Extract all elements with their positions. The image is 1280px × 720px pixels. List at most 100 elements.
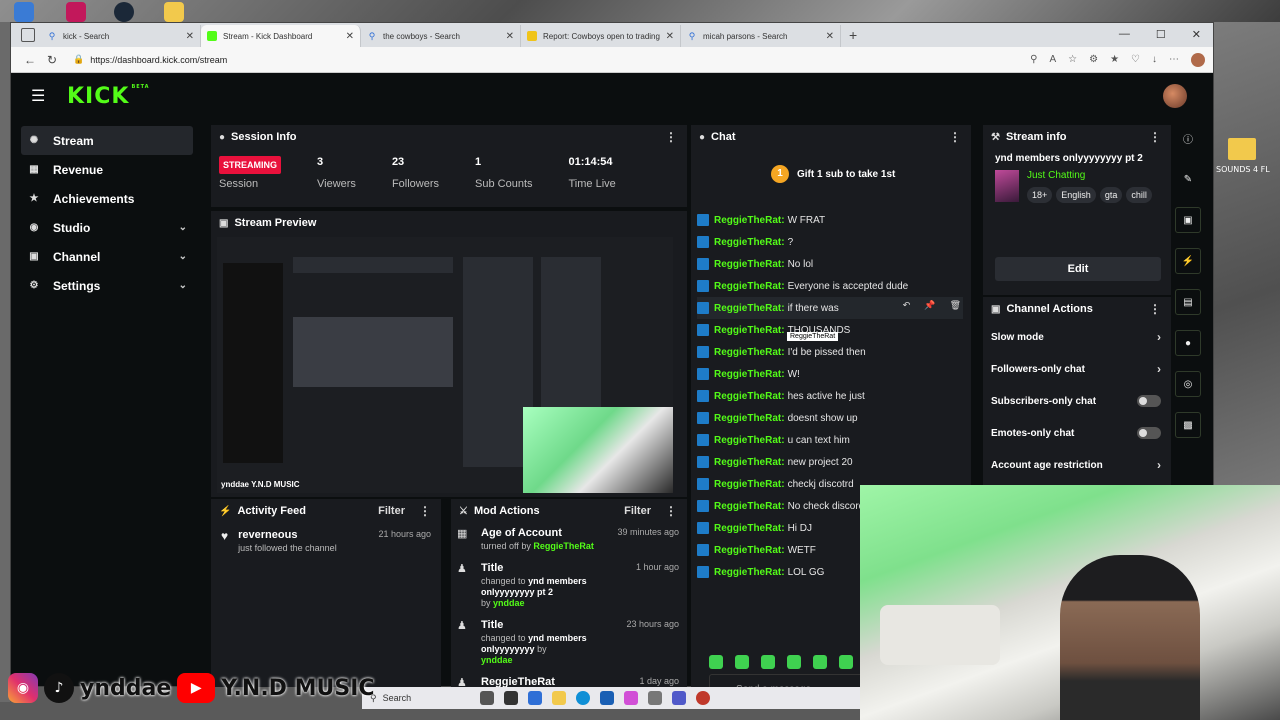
close-window-icon[interactable]: ✕ xyxy=(1192,28,1201,41)
pin-icon[interactable]: 📌 xyxy=(924,300,935,311)
chat-username[interactable]: ReggieTheRat: xyxy=(714,281,785,292)
sidebar-item-channel[interactable]: ▣ Channel ⌄ xyxy=(21,242,193,271)
chat-username[interactable]: ReggieTheRat: xyxy=(714,523,785,534)
chat-username[interactable]: ReggieTheRat: xyxy=(714,347,785,358)
chat-username[interactable]: ReggieTheRat: xyxy=(714,435,785,446)
browser-tab[interactable]: ⚲ the cowboys - Search ✕ xyxy=(361,25,521,47)
more-options-icon[interactable]: ⋮ xyxy=(419,504,431,518)
mod-action-user[interactable]: ynddae xyxy=(493,598,525,608)
close-icon[interactable]: ✕ xyxy=(346,31,354,42)
subscribers-only-toggle[interactable] xyxy=(1137,395,1161,407)
back-icon[interactable]: ← xyxy=(19,53,41,67)
url-field[interactable]: https://dashboard.kick.com/stream xyxy=(90,55,1030,65)
more-options-icon[interactable]: ⋮ xyxy=(1149,302,1161,316)
downloads-icon[interactable]: ↓ xyxy=(1152,54,1157,65)
collections-icon[interactable]: ★ xyxy=(1110,54,1119,65)
avatar[interactable] xyxy=(1163,84,1187,108)
lightning-icon[interactable]: ⚡ xyxy=(1175,248,1201,274)
emote-icon[interactable] xyxy=(735,655,749,669)
task-view-icon[interactable] xyxy=(480,691,494,705)
chat-bubble-icon[interactable]: ● xyxy=(1175,330,1201,356)
chat-message[interactable]: ReggieTheRat: u can text him xyxy=(697,429,963,451)
tab-actions-icon[interactable] xyxy=(21,28,35,42)
emote-icon[interactable] xyxy=(787,655,801,669)
desktop-folder-icon[interactable] xyxy=(1228,138,1256,160)
chat-message[interactable]: ReggieTheRat: doesnt show up xyxy=(697,407,963,429)
app-icon[interactable] xyxy=(624,691,638,705)
followers-only-option[interactable]: Followers-only chat › xyxy=(983,353,1171,385)
new-tab-icon[interactable]: + xyxy=(841,27,865,47)
chat-username[interactable]: ReggieTheRat: xyxy=(714,391,785,402)
tag[interactable]: English xyxy=(1056,187,1096,203)
chat-username[interactable]: ReggieTheRat: xyxy=(714,501,785,512)
browser-tab[interactable]: ⚲ kick - Search ✕ xyxy=(41,25,201,47)
minimize-icon[interactable]: — xyxy=(1119,28,1130,41)
emotes-only-toggle[interactable] xyxy=(1137,427,1161,439)
chat-username[interactable]: ReggieTheRat: xyxy=(714,457,785,468)
app-icon[interactable] xyxy=(504,691,518,705)
more-options-icon[interactable]: ⋮ xyxy=(665,130,677,144)
chat-username[interactable]: ReggieTheRat: xyxy=(714,369,785,380)
more-options-icon[interactable]: ⋮ xyxy=(1149,130,1161,144)
chat-username[interactable]: ReggieTheRat: xyxy=(714,413,785,424)
refresh-icon[interactable]: ↻ xyxy=(41,53,63,67)
lock-icon[interactable]: 🔒 xyxy=(73,54,84,65)
slow-mode-option[interactable]: Slow mode › xyxy=(983,321,1171,353)
more-options-icon[interactable]: ⋮ xyxy=(949,130,961,144)
account-age-option[interactable]: Account age restriction › xyxy=(983,449,1171,481)
close-icon[interactable]: ✕ xyxy=(506,31,514,42)
chat-message[interactable]: ReggieTheRat: No lol xyxy=(697,253,963,275)
menu-icon[interactable]: ☰ xyxy=(31,86,51,106)
chat-message[interactable]: ReggieTheRat: I'd be pissed then xyxy=(697,341,963,363)
tag[interactable]: chill xyxy=(1126,187,1152,203)
browser-essentials-icon[interactable]: ♡ xyxy=(1131,54,1140,65)
tag[interactable]: 18+ xyxy=(1027,187,1053,203)
chat-username[interactable]: ReggieTheRat: xyxy=(714,215,785,226)
chat-username[interactable]: ReggieTheRat: xyxy=(714,479,785,490)
folder-icon[interactable] xyxy=(164,2,184,22)
more-options-icon[interactable]: ⋮ xyxy=(665,504,677,518)
sidebar-item-stream[interactable]: ✺ Stream xyxy=(21,126,193,155)
chat-message[interactable]: ReggieTheRat: new project 20 xyxy=(697,451,963,473)
activity-user[interactable]: reverneous xyxy=(238,529,337,541)
chat-username[interactable]: ReggieTheRat: xyxy=(714,545,785,556)
close-icon[interactable]: ✕ xyxy=(186,31,194,42)
chat-message[interactable]: ReggieTheRat:? xyxy=(697,231,963,253)
chat-username[interactable]: ReggieTheRat: xyxy=(714,259,785,270)
category-thumbnail[interactable] xyxy=(995,170,1019,202)
delete-icon[interactable]: 🗑 xyxy=(950,300,961,311)
taskbar-search[interactable]: ⚲ Search xyxy=(370,693,470,704)
maximize-icon[interactable]: ☐ xyxy=(1156,28,1166,41)
edit-button[interactable]: Edit xyxy=(995,257,1161,281)
steam-icon[interactable] xyxy=(114,2,134,22)
mod-action-user[interactable]: ynddae xyxy=(481,655,513,665)
filter-button[interactable]: Filter xyxy=(624,505,651,517)
browser-tab-active[interactable]: Stream - Kick Dashboard ✕ xyxy=(201,25,361,47)
category-name[interactable]: Just Chatting xyxy=(1027,170,1152,181)
tag[interactable]: gta xyxy=(1099,187,1123,203)
extension-icon[interactable]: ⚙ xyxy=(1089,54,1098,65)
chat-message[interactable]: ReggieTheRat: W! xyxy=(697,363,963,385)
chat-username[interactable]: ReggieTheRat: xyxy=(714,567,785,578)
info-icon[interactable]: ⓘ xyxy=(1175,125,1201,151)
more-icon[interactable]: ⋯ xyxy=(1169,54,1179,65)
emote-icon[interactable] xyxy=(709,655,723,669)
filter-button[interactable]: Filter xyxy=(378,505,405,517)
zoom-icon[interactable]: ⚲ xyxy=(1030,54,1037,65)
close-icon[interactable]: ✕ xyxy=(826,31,834,42)
desktop-app-icon[interactable] xyxy=(14,2,34,22)
favorite-icon[interactable]: ☆ xyxy=(1068,54,1077,65)
layout-icon[interactable]: ▩ xyxy=(1175,412,1201,438)
sidebar-item-settings[interactable]: ⚙ Settings ⌄ xyxy=(21,271,193,300)
pencil-icon[interactable]: ✎ xyxy=(1175,166,1201,192)
stream-preview-video[interactable]: ynddae Y.N.D MUSIC xyxy=(217,237,673,493)
emote-icon[interactable] xyxy=(761,655,775,669)
mod-action-user[interactable]: ReggieTheRat xyxy=(533,541,594,551)
desktop-app-icon[interactable] xyxy=(66,2,86,22)
browser-tab[interactable]: ⚲ micah parsons - Search ✕ xyxy=(681,25,841,47)
chat-message[interactable]: ReggieTheRat: Everyone is accepted dude xyxy=(697,275,963,297)
sidebar-item-revenue[interactable]: ▦ Revenue xyxy=(21,155,193,184)
focus-icon[interactable]: ▣ xyxy=(1175,207,1201,233)
teams-icon[interactable] xyxy=(672,691,686,705)
browser-tab[interactable]: Report: Cowboys open to trading ✕ xyxy=(521,25,681,47)
